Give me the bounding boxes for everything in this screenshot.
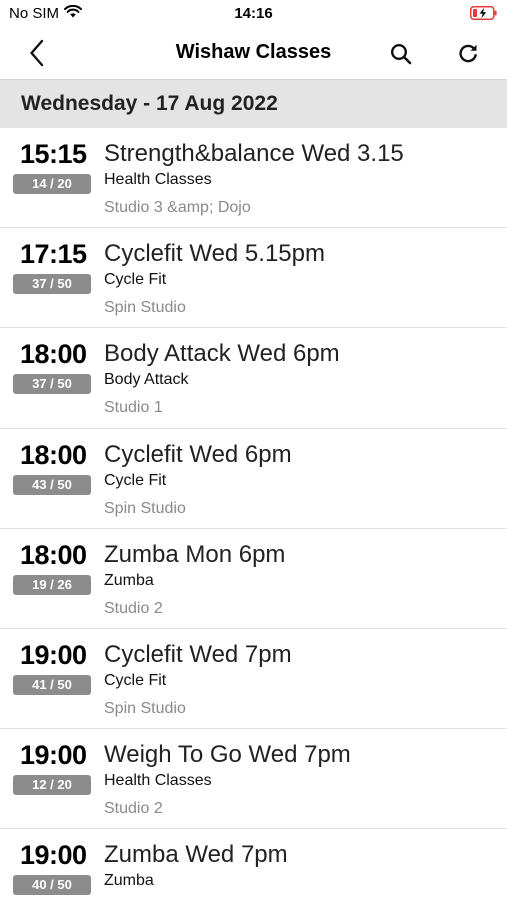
class-name: Zumba Mon 6pm — [104, 540, 286, 568]
class-name: Cyclefit Wed 6pm — [104, 440, 292, 468]
class-category: Cycle Fit — [104, 271, 167, 289]
class-time: 18:00 — [20, 539, 87, 570]
class-name: Strength&balance Wed 3.15 — [104, 140, 404, 167]
class-time: 18:00 — [20, 339, 87, 370]
class-category: Cycle Fit — [104, 671, 167, 689]
class-location: Studio 2 — [104, 599, 163, 617]
class-name: Weigh To Go Wed 7pm — [104, 741, 351, 769]
date-header: Wednesday - 17 Aug 2022 — [0, 80, 507, 128]
capacity-badge: 14 / 20 — [13, 174, 91, 194]
back-button[interactable] — [22, 36, 52, 70]
class-location: Spin Studio — [104, 299, 186, 317]
class-time: 18:00 — [20, 439, 87, 470]
class-category: Body Attack — [104, 371, 189, 389]
capacity-badge: 41 / 50 — [13, 674, 91, 695]
navigation-bar: Wishaw Classes — [0, 28, 507, 80]
capacity-badge: 37 / 50 — [13, 374, 91, 395]
class-location: Studio 3 &amp; Dojo — [104, 199, 251, 216]
capacity-badge: 43 / 50 — [13, 474, 91, 495]
class-category: Zumba — [104, 571, 154, 589]
class-name: Zumba Wed 7pm — [104, 841, 288, 869]
class-name: Cyclefit Wed 5.15pm — [104, 240, 325, 268]
class-time: 19:00 — [20, 740, 87, 771]
class-row[interactable]: 19:00 40 / 50 Zumba Wed 7pm Zumba — [0, 829, 507, 900]
class-time: 19:00 — [20, 840, 87, 871]
refresh-button[interactable] — [451, 37, 485, 71]
class-row[interactable]: 18:00 37 / 50 Body Attack Wed 6pm Body A… — [0, 328, 507, 429]
capacity-badge: 12 / 20 — [13, 775, 91, 796]
class-location: Studio 1 — [104, 399, 163, 417]
search-button[interactable] — [384, 37, 418, 71]
status-bar: No SIM 14:16 — [0, 0, 507, 28]
class-time: 19:00 — [20, 639, 87, 670]
status-carrier: No SIM — [9, 4, 83, 22]
class-category: Health Classes — [104, 171, 212, 188]
capacity-badge: 40 / 50 — [13, 875, 91, 896]
class-row[interactable]: 15:15 14 / 20 Strength&balance Wed 3.15 … — [0, 128, 507, 229]
class-location: Spin Studio — [104, 699, 186, 717]
class-time: 17:15 — [20, 239, 87, 270]
capacity-badge: 19 / 26 — [13, 574, 91, 595]
class-name: Body Attack Wed 6pm — [104, 340, 340, 368]
class-category: Cycle Fit — [104, 471, 167, 489]
date-label: Wednesday - 17 Aug 2022 — [21, 92, 278, 115]
class-list: 15:15 14 / 20 Strength&balance Wed 3.15 … — [0, 128, 507, 900]
class-row[interactable]: 18:00 19 / 26 Zumba Mon 6pm Zumba Studio… — [0, 528, 507, 629]
carrier-label: No SIM — [9, 5, 60, 22]
battery-charging-icon — [470, 6, 498, 25]
wifi-icon — [64, 4, 83, 22]
capacity-badge: 37 / 50 — [13, 274, 91, 295]
class-row[interactable]: 19:00 41 / 50 Cyclefit Wed 7pm Cycle Fit… — [0, 628, 507, 730]
page-title: Wishaw Classes — [175, 41, 332, 63]
class-category: Health Classes — [104, 772, 212, 790]
class-location: Studio 2 — [104, 800, 163, 818]
chevron-left-icon — [30, 39, 44, 67]
class-row[interactable]: 17:15 37 / 50 Cyclefit Wed 5.15pm Cycle … — [0, 228, 507, 329]
class-name: Cyclefit Wed 7pm — [104, 640, 292, 668]
refresh-icon — [459, 44, 477, 63]
search-icon — [390, 43, 412, 65]
class-location: Spin Studio — [104, 499, 186, 517]
class-time: 15:15 — [20, 139, 87, 169]
class-row[interactable]: 18:00 43 / 50 Cyclefit Wed 6pm Cycle Fit… — [0, 428, 507, 529]
class-row[interactable]: 19:00 12 / 20 Weigh To Go Wed 7pm Health… — [0, 729, 507, 830]
class-category: Zumba — [104, 872, 154, 890]
